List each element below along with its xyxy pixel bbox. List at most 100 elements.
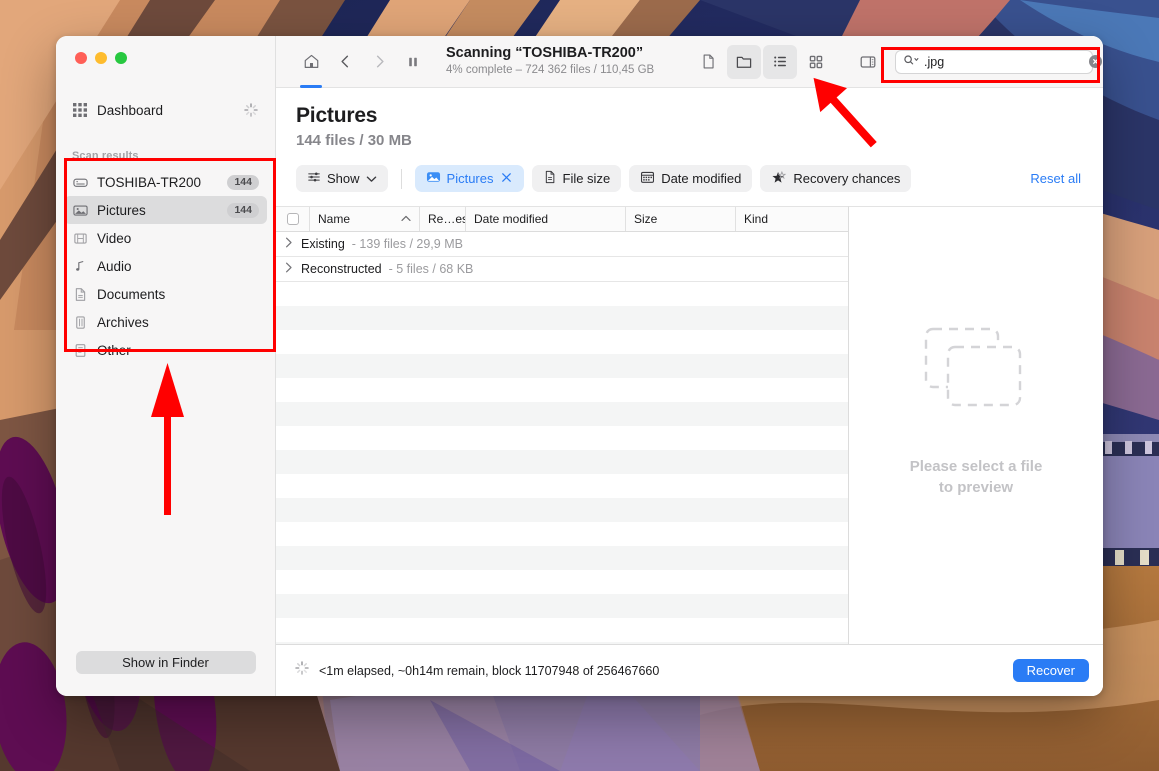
film-icon	[72, 230, 88, 246]
reset-all-link[interactable]: Reset all	[1030, 171, 1085, 186]
file-table: Name Re…es Date modified Size Kind Exist…	[276, 206, 849, 644]
file-lines-icon	[72, 342, 88, 358]
filter-chip-label: File size	[562, 171, 611, 186]
group-name: Reconstructed	[301, 262, 382, 276]
search-icon[interactable]	[903, 53, 920, 71]
document-icon	[543, 170, 557, 187]
sidebar-item-video[interactable]: Video	[64, 224, 267, 252]
close-icon[interactable]	[500, 171, 513, 187]
scan-title: Scanning “TOSHIBA-TR200”	[446, 45, 644, 62]
music-note-icon	[72, 258, 88, 274]
back-button[interactable]	[328, 45, 362, 79]
preview-pane: Please select a file to preview	[849, 206, 1103, 644]
sidebar: Dashboard Scan results TOSHIBA-TR200 144…	[56, 36, 275, 696]
preview-line-2: to preview	[938, 478, 1014, 496]
table-body: Existing - 139 files / 29,9 MB Reconstru…	[276, 232, 848, 644]
sliders-icon	[307, 170, 321, 187]
sidebar-item-label: Audio	[97, 258, 132, 274]
sidebar-item-label: Video	[97, 230, 132, 246]
column-label: Date modified	[474, 212, 549, 226]
filter-bar: Show Pictures File size Date modified Re…	[276, 149, 1103, 192]
search-container	[895, 49, 1102, 74]
column-label: Kind	[744, 212, 769, 226]
sort-asc-icon	[401, 214, 411, 224]
table-row	[276, 522, 848, 546]
column-header-size[interactable]: Size	[626, 207, 736, 231]
file-view-icon[interactable]	[691, 45, 725, 79]
table-row	[276, 546, 848, 570]
scanning-spinner-icon	[243, 102, 259, 118]
grid-icon	[72, 102, 88, 118]
page-subtitle: 144 files / 30 MB	[296, 132, 412, 149]
sidebar-item-documents[interactable]: Documents	[64, 280, 267, 308]
filter-chip-label: Recovery chances	[793, 171, 901, 186]
forward-button[interactable]	[362, 45, 396, 79]
pause-button[interactable]	[396, 45, 430, 79]
column-header-recovery-chances[interactable]: Re…es	[420, 207, 466, 231]
search-field[interactable]	[895, 49, 1102, 74]
home-icon[interactable]	[294, 45, 328, 88]
sidebar-item-label: Archives	[97, 314, 149, 330]
column-header-date-modified[interactable]: Date modified	[466, 207, 626, 231]
show-in-finder-button[interactable]: Show in Finder	[75, 651, 256, 674]
close-button[interactable]	[75, 52, 87, 64]
view-mode-buttons	[691, 44, 885, 79]
sidebar-item-label: TOSHIBA-TR200	[97, 174, 202, 190]
scan-status-block: Scanning “TOSHIBA-TR200” 4% complete – 7…	[446, 45, 654, 77]
window-controls[interactable]	[56, 36, 275, 82]
grid-view-icon[interactable]	[799, 45, 833, 79]
page-title: Pictures	[296, 104, 378, 127]
sidebar-item-label: Pictures	[97, 202, 146, 218]
filter-chip-pictures[interactable]: Pictures	[414, 165, 524, 192]
preview-line-1: Please select a file	[909, 458, 1043, 476]
sidebar-view-icon[interactable]	[851, 45, 885, 79]
sidebar-item-label: Dashboard	[97, 102, 164, 118]
clear-icon[interactable]	[1089, 55, 1102, 68]
table-row	[276, 402, 848, 426]
empty-preview-icon	[924, 328, 1022, 407]
picture-icon	[72, 202, 88, 218]
filter-divider	[400, 168, 402, 189]
desktop-background: Dashboard Scan results TOSHIBA-TR200 144…	[0, 0, 1159, 771]
folder-view-icon[interactable]	[727, 44, 761, 79]
column-label: Size	[634, 212, 658, 226]
search-input[interactable]	[924, 54, 1085, 69]
filter-chip-recovery-chances[interactable]: Recovery chances	[760, 165, 912, 192]
select-all-checkbox[interactable]	[276, 207, 310, 231]
table-preview-split: Name Re…es Date modified Size Kind Exist…	[276, 206, 1103, 644]
sidebar-item-other[interactable]: Other	[64, 336, 267, 364]
filter-chip-file-size[interactable]: File size	[531, 165, 622, 192]
table-header-row: Name Re…es Date modified Size Kind	[276, 207, 848, 232]
checkbox-icon[interactable]	[286, 213, 299, 225]
zoom-button[interactable]	[115, 52, 127, 64]
show-filter-button[interactable]: Show	[296, 165, 388, 192]
sidebar-item-dashboard[interactable]: Dashboard	[64, 96, 267, 124]
preview-empty-text: Please select a file to preview	[910, 457, 1043, 498]
column-header-kind[interactable]: Kind	[736, 207, 848, 231]
sidebar-item-label: Documents	[97, 286, 166, 302]
sidebar-item-toshiba-tr200[interactable]: TOSHIBA-TR200 144	[64, 168, 267, 196]
list-view-icon[interactable]	[763, 44, 797, 79]
sidebar-item-audio[interactable]: Audio	[64, 252, 267, 280]
progress-spinner-icon	[294, 660, 310, 681]
sidebar-item-label: Other	[97, 342, 131, 358]
table-row[interactable]: Reconstructed - 5 files / 68 KB	[276, 257, 848, 282]
table-row	[276, 306, 848, 330]
chevron-right-icon[interactable]	[285, 262, 294, 276]
scan-results-header: Scan results	[72, 150, 139, 162]
filter-chip-label: Date modified	[661, 171, 742, 186]
recover-button[interactable]: Recover	[1012, 659, 1089, 682]
status-bar: <1m elapsed, ~0h14m remain, block 117079…	[276, 644, 1103, 696]
table-row[interactable]: Existing - 139 files / 29,9 MB	[276, 232, 848, 257]
minimize-button[interactable]	[95, 52, 107, 64]
table-row	[276, 570, 848, 594]
sidebar-item-pictures[interactable]: Pictures 144	[64, 196, 267, 224]
star-icon	[771, 170, 787, 188]
calendar-icon	[640, 170, 655, 187]
column-header-name[interactable]: Name	[310, 207, 420, 231]
picture-icon	[426, 170, 441, 187]
chevron-right-icon[interactable]	[285, 237, 294, 251]
sidebar-item-archives[interactable]: Archives	[64, 308, 267, 336]
table-row	[276, 354, 848, 378]
filter-chip-date-modified[interactable]: Date modified	[629, 165, 753, 192]
